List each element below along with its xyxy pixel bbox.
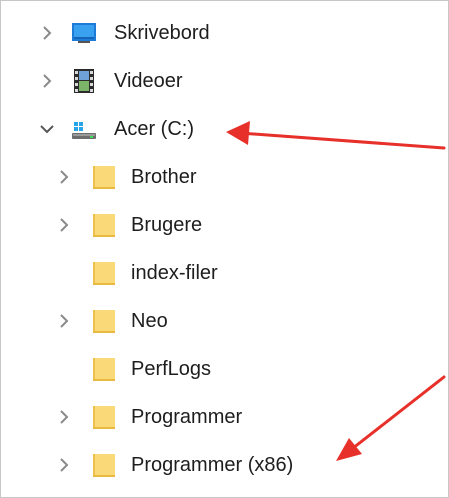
tree-item-acer-drive[interactable]: Acer (C:) [1,105,448,153]
tree-item-label: Programmer [131,406,243,428]
tree-item-neo[interactable]: Neo [1,297,448,345]
folder-icon [91,356,117,382]
tree-item-label: Acer (C:) [114,118,194,140]
folder-icon [91,164,117,190]
tree-item-brother[interactable]: Brother [1,153,448,201]
chevron-right-icon[interactable] [54,455,74,475]
folder-tree: Skrivebord Videoer Acer (C:) Brother Bru… [1,9,448,489]
chevron-right-icon[interactable] [54,215,74,235]
video-folder-icon [71,68,97,94]
tree-item-brugere[interactable]: Brugere [1,201,448,249]
chevron-right-icon[interactable] [54,167,74,187]
tree-item-label: Programmer (x86) [131,454,294,476]
chevron-right-icon[interactable] [54,311,74,331]
tree-item-label: index-filer [131,262,218,284]
tree-item-skrivebord[interactable]: Skrivebord [1,9,448,57]
tree-item-videoer[interactable]: Videoer [1,57,448,105]
chevron-right-icon[interactable] [54,407,74,427]
drive-icon [71,116,97,142]
folder-icon [91,260,117,286]
tree-item-perflogs[interactable]: PerfLogs [1,345,448,393]
chevron-right-icon[interactable] [37,23,57,43]
tree-item-programmer[interactable]: Programmer [1,393,448,441]
tree-item-label: Neo [131,310,168,332]
navigation-pane: Skrivebord Videoer Acer (C:) Brother Bru… [0,0,449,498]
folder-icon [91,404,117,430]
tree-item-label: Brugere [131,214,203,236]
tree-item-label: Brother [131,166,197,188]
folder-icon [91,308,117,334]
chevron-right-icon[interactable] [37,71,57,91]
folder-icon [91,452,117,478]
tree-item-index-filer[interactable]: index-filer [1,249,448,297]
folder-icon [91,212,117,238]
tree-item-programmer-x86[interactable]: Programmer (x86) [1,441,448,489]
tree-item-label: Skrivebord [114,22,210,44]
tree-item-label: Videoer [114,70,183,92]
chevron-down-icon[interactable] [37,119,57,139]
desktop-icon [71,20,97,46]
tree-item-label: PerfLogs [131,358,212,380]
